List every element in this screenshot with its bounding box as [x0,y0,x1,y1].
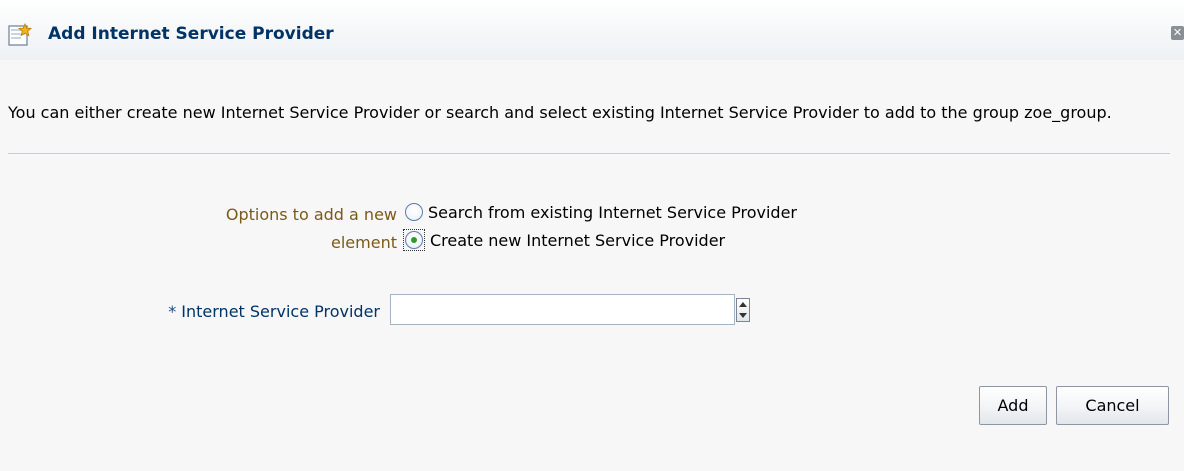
add-isp-dialog: Add Internet Service Provider ✕ You can … [0,0,1184,471]
radio-selected-dot [411,237,417,243]
dialog-titlebar: Add Internet Service Provider ✕ [0,0,1184,60]
separator [8,153,1170,154]
radio-create-new-label[interactable]: Create new Internet Service Provider [430,231,725,250]
stepper-down-icon[interactable] [739,313,747,318]
options-label: Options to add a new element [226,201,397,257]
close-icon[interactable]: ✕ [1171,26,1184,40]
stepper-up-icon[interactable] [739,302,747,307]
radio-unselected-icon[interactable] [405,203,423,221]
radio-create-new[interactable]: Create new Internet Service Provider [403,229,725,251]
radio-search-existing[interactable]: Search from existing Internet Service Pr… [405,201,797,223]
radio-selected-icon[interactable] [405,231,423,249]
isp-field-label-text: Internet Service Provider [181,302,380,321]
up-down-stepper-icon[interactable] [736,298,750,322]
dialog-title: Add Internet Service Provider [48,24,334,44]
add-item-icon [8,23,32,46]
radio-focus-ring[interactable] [403,229,425,251]
radio-search-existing-label[interactable]: Search from existing Internet Service Pr… [428,203,797,222]
options-label-line1: Options to add a new [225,205,397,224]
isp-field-label: * Internet Service Provider [168,301,380,323]
isp-input[interactable] [390,294,735,325]
dialog-description: You can either create new Internet Servi… [8,103,1112,122]
add-button[interactable]: Add [979,386,1047,425]
required-marker: * [168,302,177,321]
cancel-button[interactable]: Cancel [1056,386,1169,425]
options-label-line2: element [331,233,397,252]
